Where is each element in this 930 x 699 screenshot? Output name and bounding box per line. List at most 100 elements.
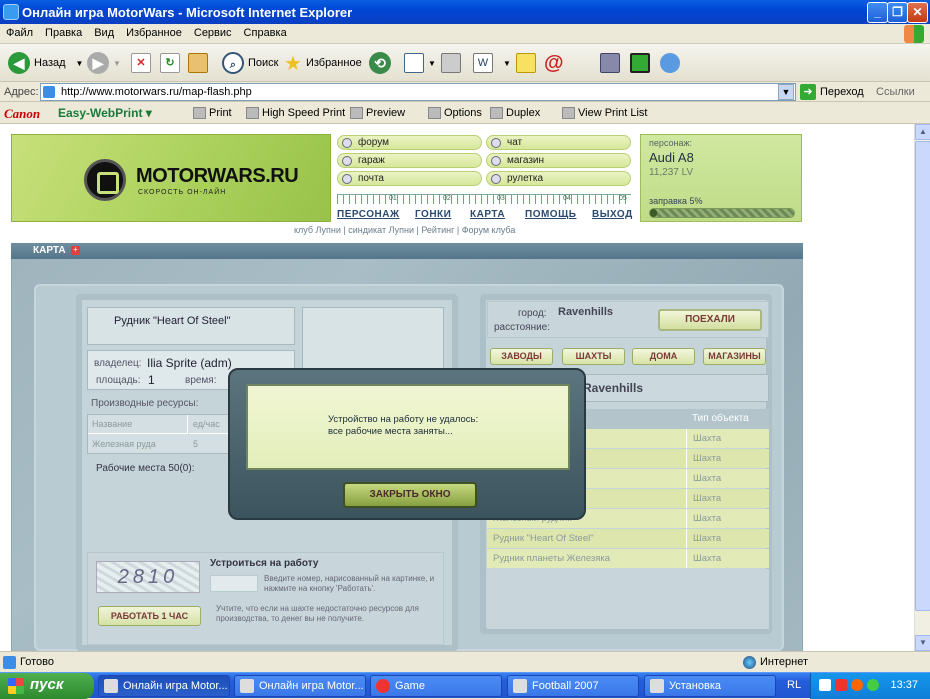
speed-ruler: 01 02 03 04 05 [337,194,631,204]
menu-edit[interactable]: Правка [39,24,88,42]
close-button[interactable]: ✕ [907,2,928,23]
home-button[interactable] [188,51,208,75]
address-input[interactable]: http://www.motorwars.ru/map-flash.php [40,83,796,101]
start-button[interactable]: пуск [0,673,94,699]
messenger-button[interactable]: @ [544,51,564,75]
no-icon [376,679,390,693]
nav-mail[interactable]: почта [337,171,482,186]
back-button[interactable]: ◀ Назад ▼ [8,51,83,75]
go-button[interactable]: ➜ Переход [800,84,864,100]
object-type: Шахта [686,449,769,468]
nav-roulette[interactable]: рулетка [486,171,631,186]
links-button[interactable]: Ссылки [876,86,915,98]
tray-icon-1[interactable] [819,679,831,691]
link-races[interactable]: ГОНКИ [415,209,451,220]
nav-forum[interactable]: форум [337,135,482,150]
window-icon [513,679,527,693]
scroll-down-icon[interactable]: ▼ [915,635,930,651]
minimize-button[interactable]: _ [867,2,888,23]
nav-garage[interactable]: гараж [337,153,482,168]
menu-view[interactable]: Вид [88,24,120,42]
tab-factories[interactable]: ЗАВОДЫ [490,348,553,365]
icq-button[interactable] [630,51,650,75]
object-row[interactable]: Рудник планеты Железяка Шахта [487,549,769,568]
zone-text: Интернет [760,656,808,668]
link-exit[interactable]: ВЫХОД [592,209,633,220]
contacts-button[interactable] [660,51,680,75]
tab-mines[interactable]: ШАХТЫ [562,348,625,365]
go-trip-button[interactable]: ПОЕХАЛИ [658,309,762,331]
view-print-list-button[interactable]: View Print List [562,107,648,119]
scroll-up-icon[interactable]: ▲ [915,124,930,140]
home-icon [188,53,208,73]
research-button[interactable] [600,51,620,75]
printer-icon [246,107,259,119]
flower-icon [630,53,650,73]
menu-file[interactable]: Файл [0,24,39,42]
easy-webprint-menu[interactable]: Easy-WebPrint ▾ [58,106,152,120]
link-map[interactable]: КАРТА [470,209,505,220]
duplex-icon [490,107,503,119]
tray-icon-3[interactable] [851,679,863,691]
go-arrow-icon: ➜ [800,84,816,100]
mail-button[interactable]: ▼ [404,51,436,75]
task-ie-2[interactable]: Онлайн игра Motor... [234,675,366,697]
task-game[interactable]: Game [370,675,502,697]
task-setup[interactable]: Установка [644,675,776,697]
page-icon [43,86,55,98]
status-bar: Готово Интернет [0,651,930,672]
taskbar: пуск Онлайн игра Motor... Онлайн игра Mo… [0,672,930,699]
windows-logo-icon [904,25,924,43]
mail-dropdown-icon[interactable]: ▼ [428,59,436,68]
captcha-input[interactable] [210,575,258,592]
mine-area: 1 [148,373,155,387]
nav-shop[interactable]: магазин [486,153,631,168]
menu-tools[interactable]: Сервис [188,24,238,42]
window-title-bar[interactable]: Онлайн игра MotorWars - Microsoft Intern… [0,0,930,24]
forward-arrow-icon: ▶ [87,52,109,74]
scroll-thumb[interactable] [915,141,930,611]
ie-icon [3,4,19,20]
site-logo[interactable]: MOTORWARS.RU СКОРОСТЬ ОН-ЛАЙН [11,134,331,222]
preview-button[interactable]: Preview [350,107,405,119]
work-button[interactable]: РАБОТАТЬ 1 ЧАС [98,606,201,626]
task-football[interactable]: Football 2007 [507,675,639,697]
history-button[interactable]: ⟲ [369,51,391,75]
nav-chat[interactable]: чат [486,135,631,150]
captcha-image: 2810 [96,561,200,593]
object-row[interactable]: Рудник "Heart Of Steel" Шахта [487,529,769,548]
link-help[interactable]: ПОМОЩЬ [525,209,576,220]
print-button[interactable] [441,51,461,75]
task-ie-1[interactable]: Онлайн игра Motor... [98,675,230,697]
tab-shops[interactable]: МАГАЗИНЫ [703,348,766,365]
club-links[interactable]: клуб Лупни | синдикат Лупни | Рейтинг | … [294,225,515,235]
search-button[interactable]: ⌕ Поиск [222,51,278,75]
resource-name: Железная руда [92,439,156,449]
forward-button[interactable]: ▶ ▼ [87,51,121,75]
expand-icon[interactable]: + [71,246,80,255]
job-title: Устроиться на работу [210,558,319,569]
edit-button[interactable]: W ▼ [473,51,511,75]
back-dropdown-icon[interactable]: ▼ [76,59,84,68]
discuss-button[interactable] [516,51,536,75]
stop-button[interactable]: ✕ [131,51,151,75]
print-button-canon[interactable]: Print [193,107,232,119]
tray-icq-icon[interactable] [867,679,879,691]
city-name: Ravenhills [558,306,614,318]
edit-dropdown-icon[interactable]: ▼ [503,59,511,68]
vertical-scrollbar[interactable]: ▲ ▼ [914,124,930,651]
maximize-button[interactable]: ❐ [887,2,908,23]
close-popup-button[interactable]: ЗАКРЫТЬ ОКНО [343,482,477,508]
address-dropdown-icon[interactable]: ▼ [778,84,794,100]
language-indicator[interactable]: RL [787,679,801,691]
menu-help[interactable]: Справка [238,24,293,42]
refresh-button[interactable]: ↻ [160,51,180,75]
high-speed-print-button[interactable]: High Speed Print [246,107,345,119]
favorites-button[interactable]: ★ Избранное [284,51,362,75]
menu-favorites[interactable]: Избранное [120,24,188,42]
tab-houses[interactable]: ДОМА [632,348,695,365]
link-character[interactable]: ПЕРСОНАЖ [337,209,400,220]
options-button[interactable]: Options [428,107,482,119]
tray-kaspersky-icon[interactable] [835,679,847,691]
duplex-button[interactable]: Duplex [490,107,540,119]
